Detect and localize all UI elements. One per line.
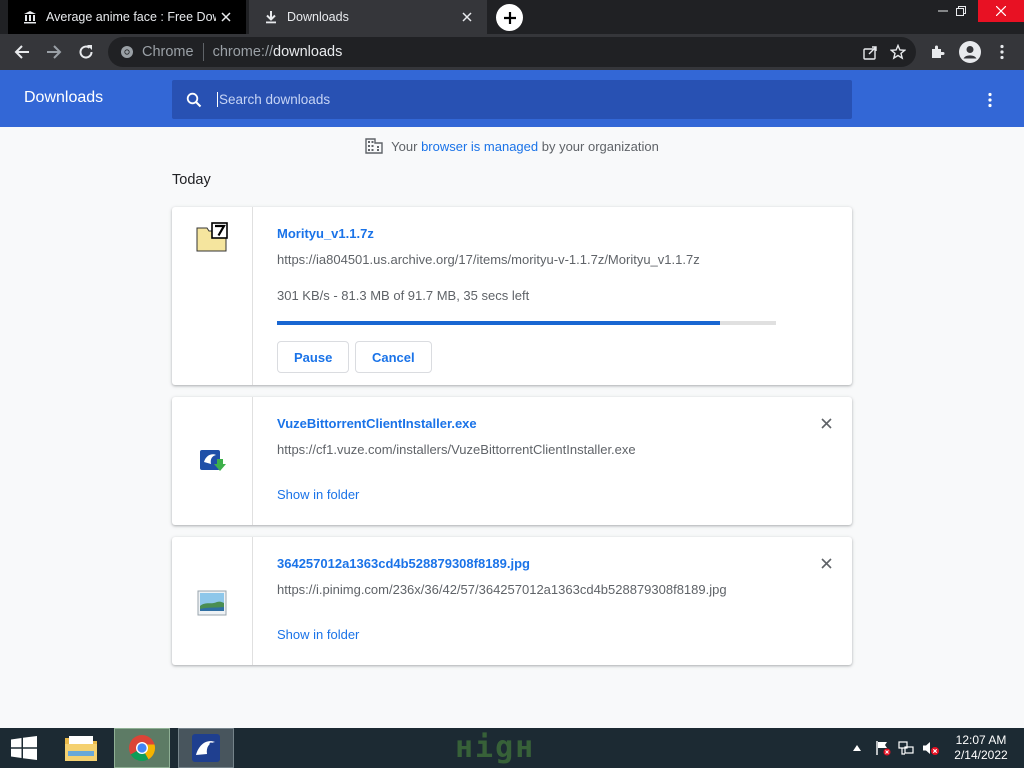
kebab-icon [1000,44,1004,60]
file-url[interactable]: https://ia804501.us.archive.org/17/items… [277,252,700,267]
file-url[interactable]: https://cf1.vuze.com/installers/VuzeBitt… [277,442,636,457]
omnibox-divider [202,43,204,61]
back-button[interactable] [8,38,36,66]
file-icon-column [172,397,253,525]
network-button[interactable] [896,728,918,768]
reload-button[interactable] [72,38,100,66]
tab-close-icon[interactable] [457,7,477,27]
download-item: VuzeBittorrentClientInstaller.exe https:… [172,397,852,525]
download-item: Morityu_v1.1.7z https://ia804501.us.arch… [172,207,852,385]
file-name-link[interactable]: Morityu_v1.1.7z [277,226,374,241]
start-button[interactable] [0,728,48,768]
show-in-folder-link[interactable]: Show in folder [277,627,359,642]
profile-button[interactable] [956,38,984,66]
file-icon-column [172,207,253,385]
archive-icon [22,9,38,25]
folder-icon [65,736,97,761]
downloads-menu-button[interactable] [978,88,1002,112]
tab-strip: Average anime face : Free Downl Download… [0,0,1024,34]
volume-button[interactable] [920,728,942,768]
file-name-link[interactable]: VuzeBittorrentClientInstaller.exe [277,416,477,431]
remove-button[interactable] [814,411,838,435]
close-icon [820,417,832,429]
tab-archive[interactable]: Average anime face : Free Downl [8,0,246,34]
tab-close-icon[interactable] [216,7,236,27]
windows-logo-icon [11,736,37,760]
download-status: 301 KB/s - 81.3 MB of 91.7 MB, 35 secs l… [277,288,530,303]
search-icon [172,92,216,108]
show-hidden-icons-button[interactable] [850,728,864,768]
cancel-button[interactable]: Cancel [355,341,432,373]
close-icon [996,6,1006,16]
taskbar-chrome[interactable] [114,728,170,768]
restore-icon [956,6,966,16]
kebab-icon [988,92,992,108]
taskbar-file-explorer[interactable] [58,728,104,768]
puzzle-icon [932,45,945,58]
chrome-icon [121,46,133,58]
bookmark-button[interactable] [884,37,912,67]
tab-title: Average anime face : Free Downl [46,10,216,24]
url-host: downloads [273,44,343,60]
reload-icon [79,45,93,59]
page-title: Downloads [24,89,104,106]
file-url[interactable]: https://i.pinimg.com/236x/36/42/57/36425… [277,582,727,597]
arrow-right-icon [47,45,62,59]
network-icon [898,741,914,755]
download-icon [263,9,279,25]
file-name-link[interactable]: 364257012a1363cd4b528879308f8189.jpg [277,556,530,571]
plus-icon [503,11,516,24]
download-item: 364257012a1363cd4b528879308f8189.jpg htt… [172,537,852,665]
tab-downloads[interactable]: Downloads [249,0,487,34]
managed-link[interactable]: browser is managed [421,139,538,154]
section-heading: Today [172,172,211,188]
forward-button[interactable] [40,38,68,66]
tab-title: Downloads [287,10,349,24]
pause-button[interactable]: Pause [277,341,350,373]
progress-bar [277,321,776,325]
managed-notice: Your browser is managed by your organiza… [0,138,1024,154]
new-tab-button[interactable] [496,4,523,31]
show-in-folder-link[interactable]: Show in folder [277,487,359,502]
search-input[interactable] [217,92,817,107]
search-box[interactable] [172,80,852,119]
remove-button[interactable] [814,551,838,575]
downloads-header: Downloads [0,70,1024,127]
share-icon [862,45,877,60]
taskbar-vuze[interactable] [178,728,234,768]
restore-button[interactable] [944,0,978,22]
image-file-icon [195,587,229,619]
extensions-button[interactable] [924,38,952,66]
flag-alert-icon [876,741,891,756]
url-scheme: chrome:// [212,44,274,60]
action-center-button[interactable] [872,728,894,768]
system-clock[interactable]: 12:07 AM 2/14/2022 [946,733,1016,763]
arrow-left-icon [14,45,29,59]
vuze-frog-icon [192,734,220,762]
clock-date: 2/14/2022 [954,748,1008,762]
chevron-up-icon [853,745,861,751]
vuze-installer-icon [195,444,229,476]
share-button[interactable] [856,37,884,67]
avatar-icon [959,41,981,63]
clock-time: 12:07 AM [955,733,1007,747]
chrome-menu-button[interactable] [988,38,1016,66]
progress-fill [277,321,720,325]
7z-archive-icon [195,221,229,253]
volume-muted-icon [923,742,939,755]
managed-text: Your browser is managed by your organiza… [391,138,659,154]
close-icon [820,557,832,569]
chrome-logo-icon [129,735,155,762]
browser-toolbar: Chrome chrome://downloads [0,34,1024,70]
address-bar[interactable]: Chrome chrome://downloads [108,37,916,67]
close-window-button[interactable] [978,0,1024,22]
star-icon [890,44,906,60]
scheme-label: Chrome [142,44,194,60]
building-icon [365,138,383,154]
file-icon-column [172,537,253,665]
watermark-text: ніgн [455,730,536,765]
